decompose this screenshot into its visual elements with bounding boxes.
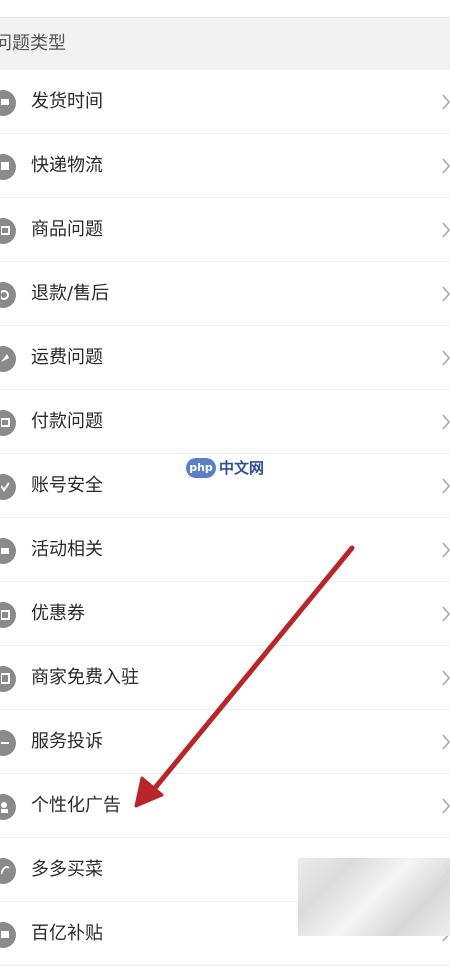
- shield-icon: [0, 474, 16, 500]
- chevron-right-icon: [442, 798, 450, 814]
- chevron-right-icon: [442, 350, 450, 366]
- item-label: 快递物流: [31, 155, 103, 176]
- item-label: 个性化广告: [31, 795, 121, 816]
- truck-icon: [0, 90, 16, 116]
- vegetable-icon: [0, 858, 16, 884]
- list-item-shipping-time[interactable]: 发货时间: [0, 70, 450, 134]
- wallet-icon: [0, 410, 16, 436]
- item-label: 活动相关: [31, 539, 103, 560]
- item-label: 商品问题: [31, 219, 103, 240]
- list-item-shipping-fee[interactable]: 运费问题: [0, 326, 450, 390]
- item-label: 运费问题: [31, 347, 103, 368]
- item-label: 发货时间: [31, 91, 103, 112]
- store-icon: [0, 666, 16, 692]
- shipping-fee-icon: [0, 346, 16, 372]
- item-label: 退款/售后: [31, 283, 110, 304]
- watermark-text: 中文网: [219, 459, 265, 477]
- chevron-right-icon: [442, 606, 450, 622]
- box-icon: [0, 218, 16, 244]
- section-title: 问题类型: [0, 33, 66, 54]
- chevron-right-icon: [442, 670, 450, 686]
- item-label: 百亿补贴: [31, 923, 103, 944]
- list-item-personalized-ads[interactable]: 个性化广告: [0, 774, 450, 838]
- list-item-merchant-join[interactable]: 商家免费入驻: [0, 646, 450, 710]
- problem-type-list: 发货时间 快递物流 商品问题 退款/售后 运费问题 付款问题 账号安全 活动相关…: [0, 70, 450, 966]
- list-item-product-issue[interactable]: 商品问题: [0, 198, 450, 262]
- item-label: 多多买菜: [31, 859, 103, 880]
- gift-icon: [0, 538, 16, 564]
- item-label: 付款问题: [31, 411, 103, 432]
- watermark: php 中文网: [186, 456, 296, 482]
- item-label: 商家免费入驻: [31, 667, 139, 688]
- chevron-right-icon: [442, 542, 450, 558]
- chevron-right-icon: [442, 286, 450, 302]
- coupon-icon: [0, 602, 16, 628]
- complaint-icon: [0, 730, 16, 756]
- list-item-express-logistics[interactable]: 快递物流: [0, 134, 450, 198]
- blurred-region: [298, 858, 450, 936]
- package-icon: [0, 154, 16, 180]
- user-icon: [0, 794, 16, 820]
- chevron-right-icon: [442, 222, 450, 238]
- chevron-right-icon: [442, 478, 450, 494]
- list-item-refund-aftersale[interactable]: 退款/售后: [0, 262, 450, 326]
- item-label: 服务投诉: [31, 731, 103, 752]
- section-header: 问题类型: [0, 18, 450, 70]
- top-strip: [0, 0, 450, 18]
- list-item-payment-issue[interactable]: 付款问题: [0, 390, 450, 454]
- subsidy-icon: [0, 922, 16, 948]
- list-item-service-complaint[interactable]: 服务投诉: [0, 710, 450, 774]
- chevron-right-icon: [442, 94, 450, 110]
- list-item-activities[interactable]: 活动相关: [0, 518, 450, 582]
- item-label: 账号安全: [31, 475, 103, 496]
- watermark-badge: php: [186, 458, 216, 478]
- refund-icon: [0, 282, 16, 308]
- item-label: 优惠券: [31, 603, 85, 624]
- chevron-right-icon: [442, 158, 450, 174]
- chevron-right-icon: [442, 734, 450, 750]
- list-item-coupon[interactable]: 优惠券: [0, 582, 450, 646]
- chevron-right-icon: [442, 414, 450, 430]
